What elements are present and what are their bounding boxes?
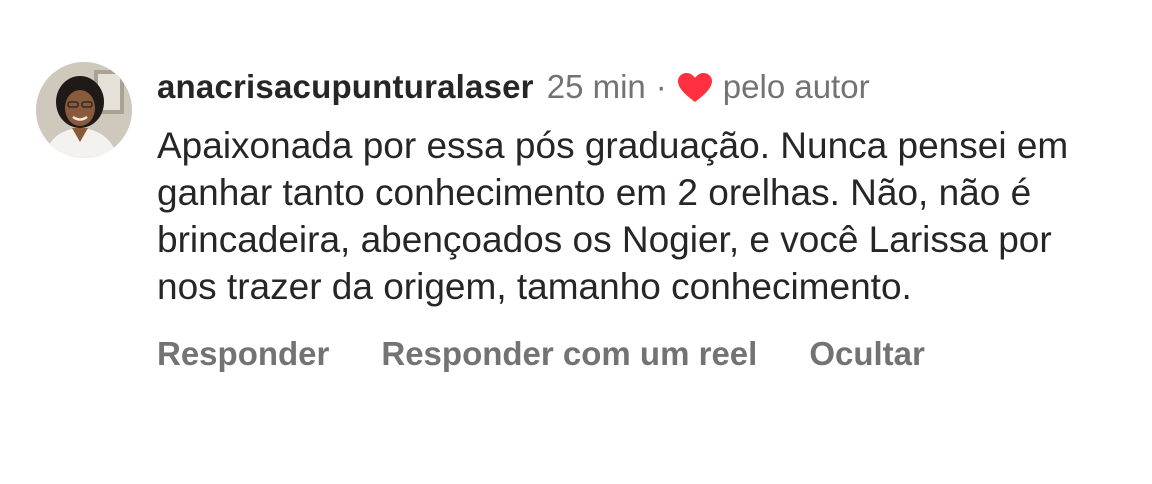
liked-by-author-label: pelo autor <box>722 68 870 105</box>
comment-body: anacrisacupunturalaser 25 min · pelo aut… <box>157 62 1117 373</box>
comment-meta: anacrisacupunturalaser 25 min · pelo aut… <box>157 62 1117 112</box>
separator-dot: · <box>655 68 667 105</box>
avatar[interactable] <box>36 62 132 158</box>
hide-button[interactable]: Ocultar <box>809 335 925 373</box>
comment-text: Apaixonada por essa pós graduação. Nunca… <box>157 125 1069 307</box>
username-link[interactable]: anacrisacupunturalaser <box>157 68 534 106</box>
reply-button[interactable]: Responder <box>157 335 329 373</box>
heart-icon <box>677 72 713 104</box>
comment-actions: Responder Responder com um reel Ocultar <box>157 335 1117 373</box>
reply-with-reel-button[interactable]: Responder com um reel <box>381 335 757 373</box>
avatar-photo <box>36 62 132 158</box>
timestamp: 25 min <box>546 68 646 105</box>
